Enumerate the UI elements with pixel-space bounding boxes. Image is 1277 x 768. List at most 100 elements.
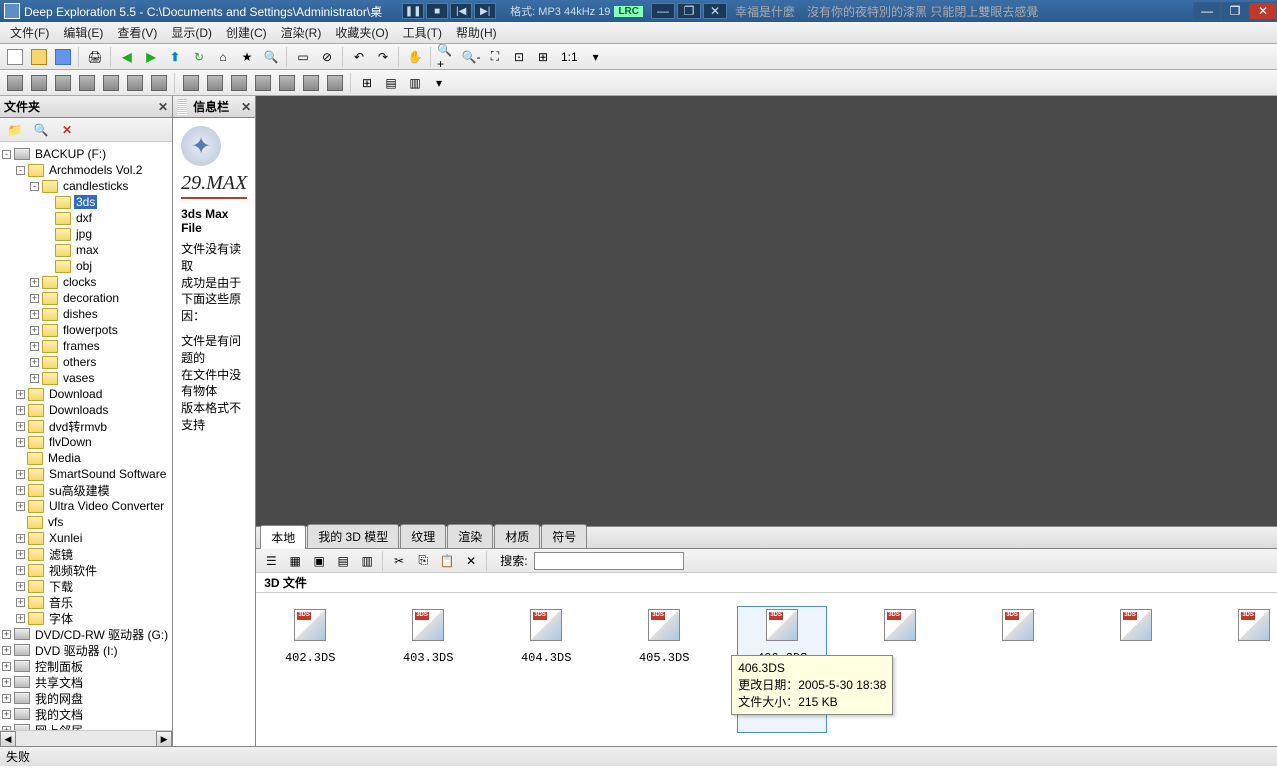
home-button[interactable]: ⌂ [212, 46, 234, 68]
tree-label[interactable]: Download [47, 387, 104, 401]
zoom-extent-button[interactable]: ⊞ [532, 46, 554, 68]
tree-label[interactable]: Downloads [47, 403, 110, 417]
tree-label[interactable]: dvd转rmvb [47, 418, 109, 435]
cut-button[interactable]: ✂ [388, 550, 410, 572]
tree-label[interactable]: vases [61, 371, 96, 385]
tree-label[interactable]: Media [46, 451, 83, 465]
redo-button[interactable]: ↷ [372, 46, 394, 68]
zoom-in-button[interactable]: 🔍+ [436, 46, 458, 68]
expand-icon[interactable]: + [30, 278, 39, 287]
viewport-3d[interactable] [256, 96, 1277, 526]
expand-icon[interactable]: + [16, 598, 25, 607]
tree-row[interactable]: max [2, 242, 170, 258]
tree-label[interactable]: SmartSound Software [47, 467, 168, 481]
cube11-button[interactable] [252, 72, 274, 94]
tree-row[interactable]: vfs [2, 514, 170, 530]
tree-row[interactable]: + others [2, 354, 170, 370]
tree-label[interactable]: candlesticks [61, 179, 130, 193]
file-item[interactable]: 404.3DS [502, 607, 590, 732]
expand-icon[interactable]: - [30, 182, 39, 191]
search-input[interactable] [534, 552, 684, 570]
info-panel-close-icon[interactable]: ✕ [241, 100, 251, 114]
menu-item[interactable]: 帮助(H) [450, 22, 503, 43]
file-item[interactable]: 405.3DS [620, 607, 708, 732]
print-button[interactable]: 🖨 [84, 46, 106, 68]
tree-label[interactable]: decoration [61, 291, 121, 305]
tree-row[interactable]: + dvd转rmvb [2, 418, 170, 434]
tree-label[interactable]: DVD 驱动器 (I:) [33, 642, 120, 659]
tree-label[interactable]: BACKUP (F:) [33, 147, 108, 161]
expand-icon[interactable]: + [30, 374, 39, 383]
tree-label[interactable]: 滤镜 [47, 546, 75, 563]
tree-row[interactable]: +su高级建模 [2, 482, 170, 498]
expand-icon[interactable]: - [16, 166, 25, 175]
deselect-button[interactable]: ⊘ [316, 46, 338, 68]
menu-item[interactable]: 渲染(R) [275, 22, 328, 43]
view-thumb-button[interactable]: ▣ [308, 550, 330, 572]
tree-label[interactable]: dxf [74, 211, 94, 225]
tree-label[interactable]: 下载 [47, 578, 75, 595]
tree-row[interactable]: +控制面板 [2, 658, 170, 674]
menu-item[interactable]: 创建(C) [220, 22, 273, 43]
expand-icon[interactable]: + [16, 438, 25, 447]
tree-label[interactable]: su高级建模 [47, 482, 112, 499]
tree-delete-button[interactable]: ✕ [56, 119, 78, 141]
window-max-button[interactable]: ❐ [1221, 2, 1249, 20]
grip-icon[interactable] [177, 99, 187, 115]
expand-icon[interactable]: + [30, 358, 39, 367]
view-list-button[interactable]: ☰ [260, 550, 282, 572]
tree-row[interactable]: + 滤镜 [2, 546, 170, 562]
media-prev-button[interactable]: |◀ [450, 3, 472, 19]
file-item[interactable]: 403.3DS [384, 607, 472, 732]
tab[interactable]: 纹理 [400, 524, 446, 548]
view1-button[interactable]: ⊞ [356, 72, 378, 94]
folder-panel-close-icon[interactable]: ✕ [158, 100, 168, 114]
zoom-fit-button[interactable]: ⛶ [484, 46, 506, 68]
window-close-button[interactable]: ✕ [1249, 2, 1277, 20]
expand-icon[interactable]: + [30, 310, 39, 319]
tree-row[interactable]: +我的文档 [2, 706, 170, 722]
menu-item[interactable]: 显示(D) [165, 22, 218, 43]
tree-row[interactable]: Media [2, 450, 170, 466]
tree-label[interactable]: 网上邻居 [33, 722, 85, 731]
cube1-button[interactable] [4, 72, 26, 94]
expand-icon[interactable]: + [30, 294, 39, 303]
tree-label[interactable]: dishes [61, 307, 100, 321]
tree-label[interactable]: jpg [74, 227, 94, 241]
tree-label[interactable]: Ultra Video Converter [47, 499, 166, 513]
expand-icon[interactable]: + [16, 422, 25, 431]
save-button[interactable] [52, 46, 74, 68]
file-item[interactable]: 402.3DS [266, 607, 354, 732]
tree-row[interactable]: +共享文档 [2, 674, 170, 690]
scroll-left-button[interactable]: ◀ [0, 731, 16, 747]
up-button[interactable]: ⬆ [164, 46, 186, 68]
lrc-badge[interactable]: LRC [614, 6, 643, 17]
media-restore-button[interactable]: ❐ [677, 3, 701, 19]
tree-label[interactable]: flowerpots [61, 323, 120, 337]
file-item[interactable] [1210, 607, 1277, 732]
cube8-button[interactable] [180, 72, 202, 94]
scroll-right-button[interactable]: ▶ [156, 731, 172, 747]
media-stop-button[interactable]: ■ [426, 3, 448, 19]
expand-icon[interactable]: + [16, 614, 25, 623]
tree-row[interactable]: 3ds [2, 194, 170, 210]
tree-row[interactable]: +frames [2, 338, 170, 354]
cube7-button[interactable] [148, 72, 170, 94]
zoom-out-button[interactable]: 🔍- [460, 46, 482, 68]
view-detail-button[interactable]: ▤ [332, 550, 354, 572]
expand-icon[interactable]: + [16, 550, 25, 559]
view-icons-button[interactable]: ▦ [284, 550, 306, 572]
expand-icon[interactable]: + [16, 390, 25, 399]
tree-label[interactable]: obj [74, 259, 94, 273]
expand-icon[interactable]: + [30, 342, 39, 351]
view3-button[interactable]: ▥ [404, 72, 426, 94]
refresh-button[interactable]: ↻ [188, 46, 210, 68]
forward-button[interactable]: ▶ [140, 46, 162, 68]
zoom-region-button[interactable]: ⊡ [508, 46, 530, 68]
tree-label[interactable]: others [61, 355, 98, 369]
tree-label[interactable]: Archmodels Vol.2 [47, 163, 144, 177]
cube5-button[interactable] [100, 72, 122, 94]
expand-icon[interactable]: + [16, 534, 25, 543]
expand-icon[interactable]: + [30, 326, 39, 335]
tab[interactable]: 渲染 [447, 524, 493, 548]
